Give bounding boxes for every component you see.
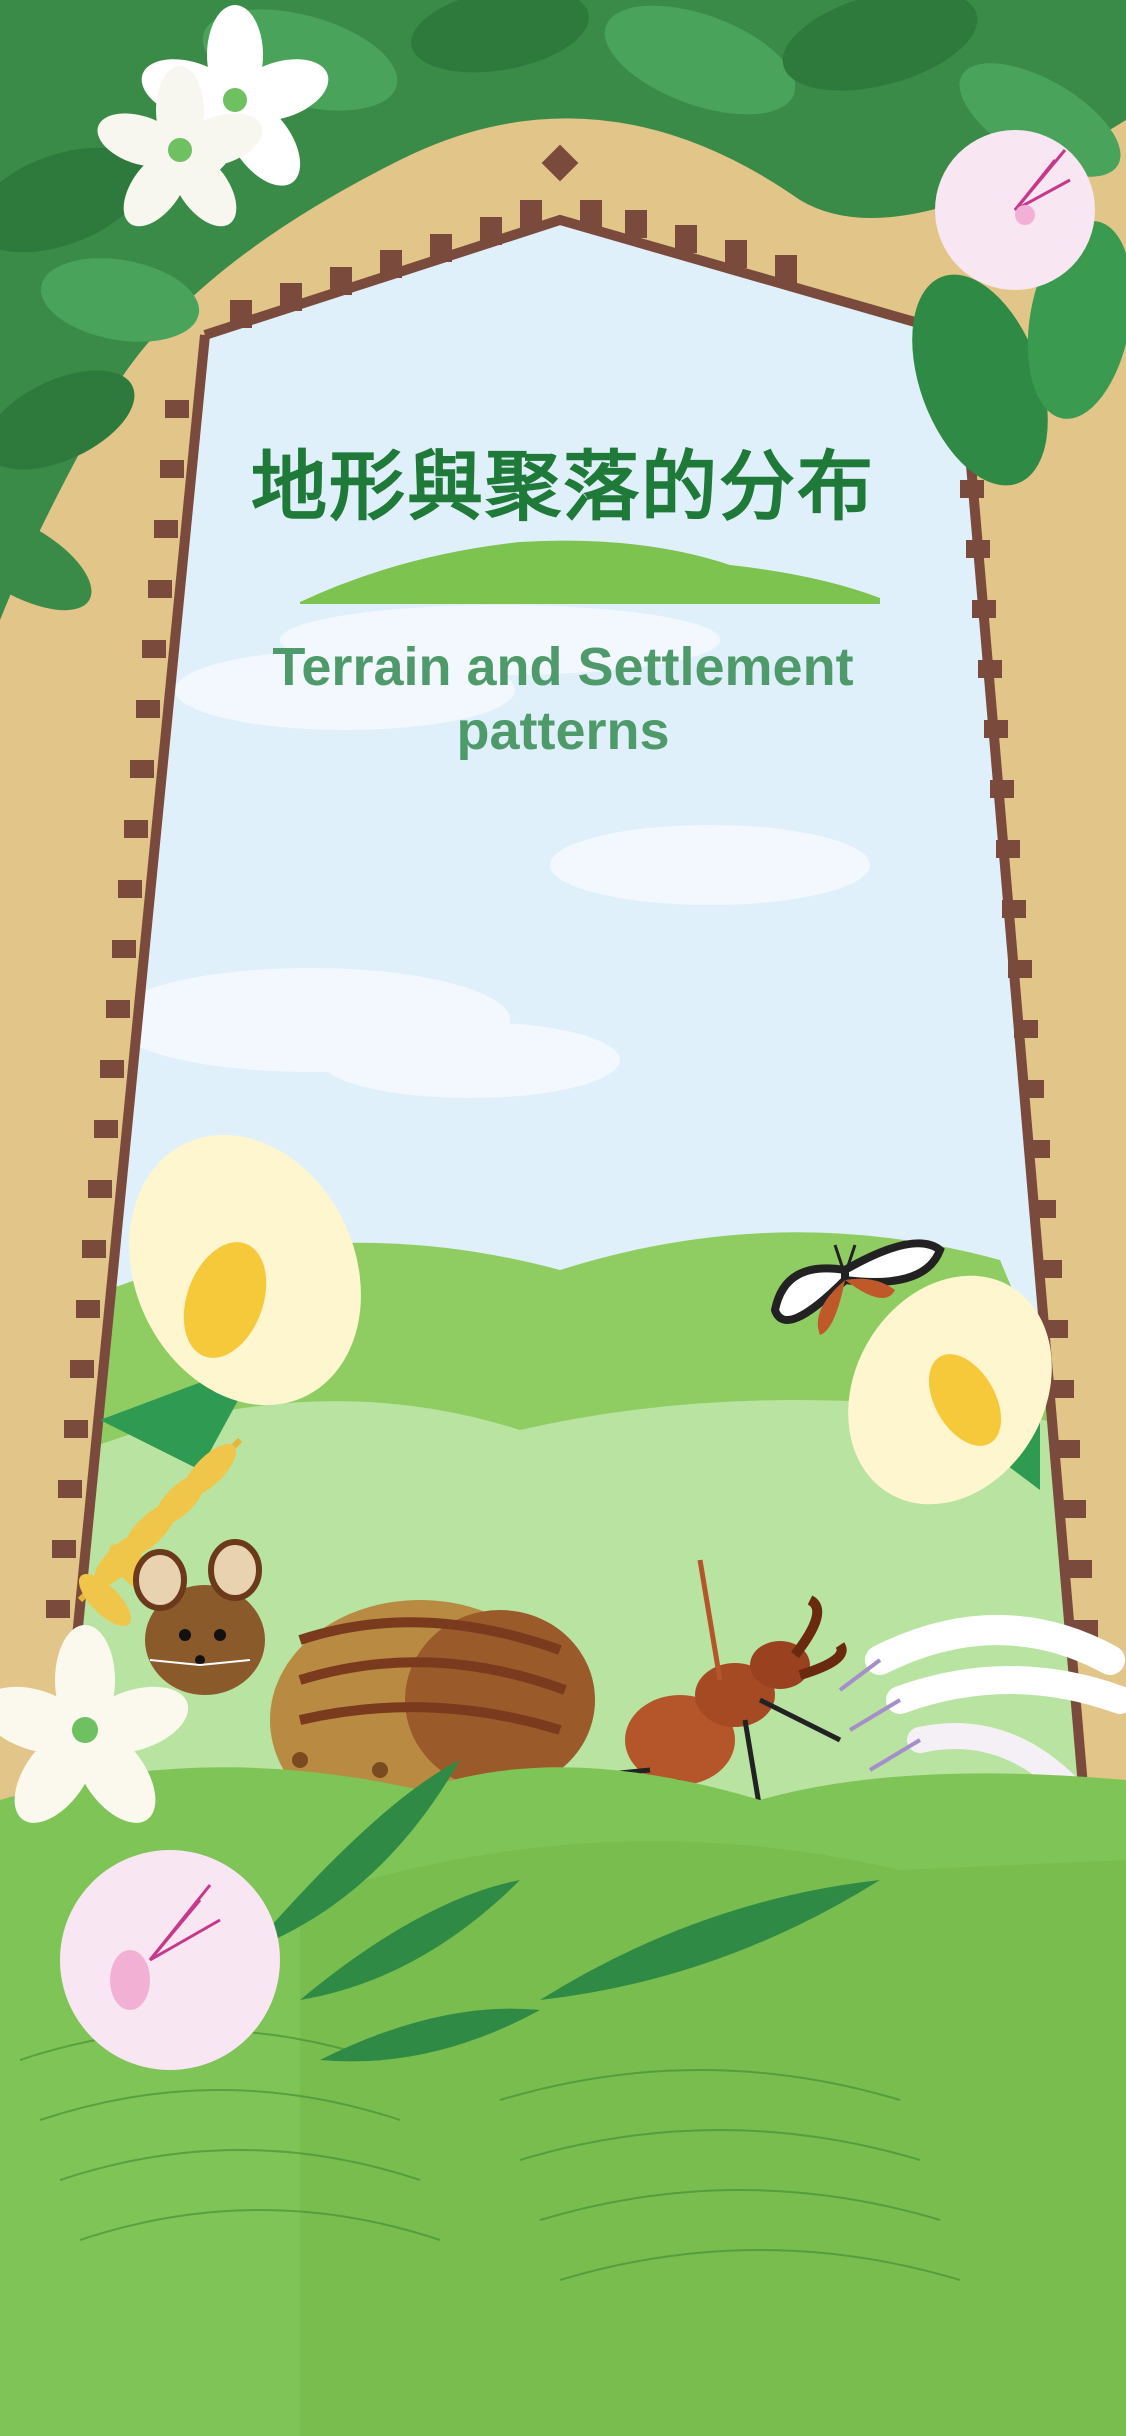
page-title: 地形與聚落的分布 bbox=[251, 442, 875, 531]
poster: 地形與聚落的分布 Terrain and Settlement patterns bbox=[0, 0, 1126, 2436]
cloud-icon bbox=[550, 825, 870, 905]
subtitle-line-2: patterns bbox=[456, 701, 670, 761]
page-subtitle: Terrain and Settlement patterns bbox=[0, 635, 1126, 763]
poster-illustration bbox=[0, 0, 1126, 2436]
pink-flower-icon bbox=[935, 130, 1095, 290]
pink-flower-icon bbox=[60, 1850, 280, 2070]
subtitle-line-1: Terrain and Settlement bbox=[272, 637, 854, 697]
